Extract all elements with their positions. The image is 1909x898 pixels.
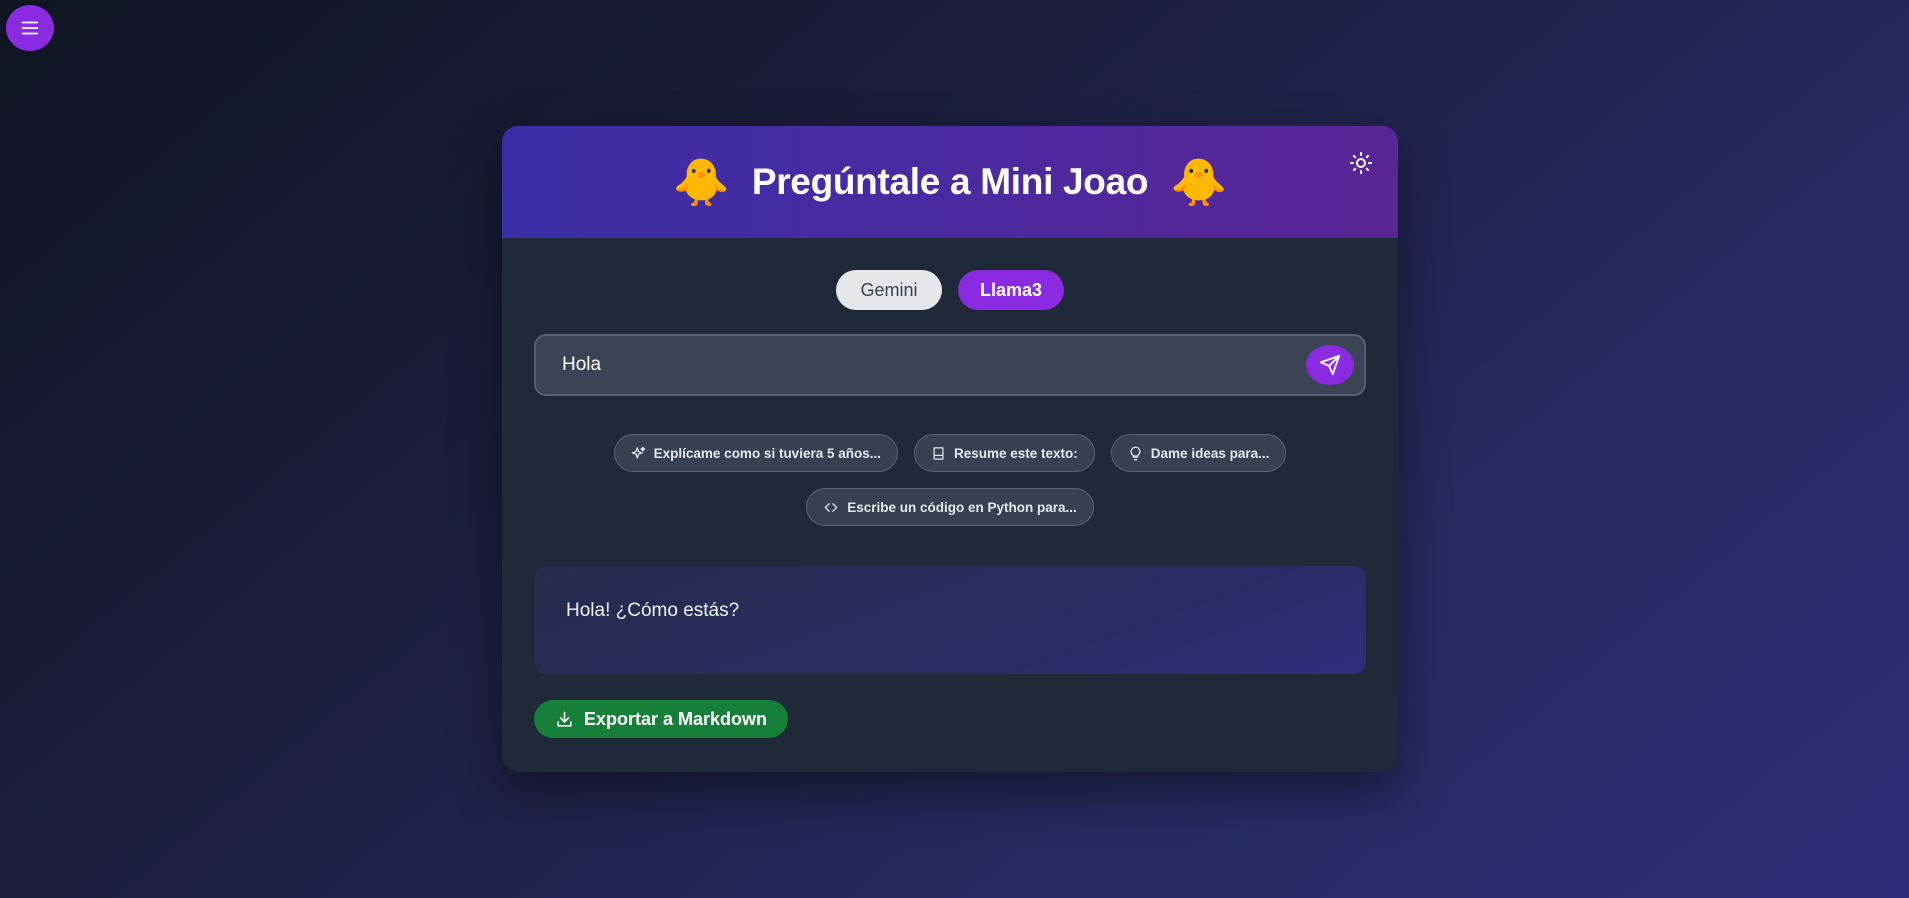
title-wrap: 🐥 Pregúntale a Mini Joao 🐥 [673, 159, 1228, 205]
send-button[interactable] [1306, 345, 1354, 385]
response-text: Hola! ¿Cómo estás? [566, 600, 740, 621]
prompt-input-box [534, 334, 1366, 396]
theme-toggle-button[interactable] [1348, 150, 1374, 176]
model-button-gemini[interactable]: Gemini [836, 270, 942, 310]
suggestion-label: Escribe un código en Python para... [847, 499, 1077, 515]
chick-emoji-right: 🐥 [1170, 156, 1228, 208]
lightbulb-icon [1130, 446, 1141, 460]
suggestion-chip-summarize[interactable]: Resume este texto: [914, 434, 1095, 472]
suggestion-chip-code[interactable]: Escribe un código en Python para... [806, 488, 1094, 526]
code-icon [824, 502, 838, 512]
suggestion-chip-ideas[interactable]: Dame ideas para... [1110, 434, 1287, 472]
card-header: 🐥 Pregúntale a Mini Joao 🐥 [502, 126, 1398, 238]
suggestion-label: Dame ideas para... [1150, 445, 1270, 461]
chat-card: 🐥 Pregúntale a Mini Joao 🐥 Gemini Llama3 [502, 126, 1398, 772]
suggestion-chip-explain[interactable]: Explícame como si tuviera 5 años... [613, 434, 898, 472]
chick-emoji-left: 🐥 [672, 156, 730, 208]
page-title: Pregúntale a Mini Joao [751, 161, 1149, 202]
menu-icon [21, 21, 39, 35]
menu-button[interactable] [6, 5, 54, 51]
export-label: Exportar a Markdown [583, 708, 768, 729]
prompt-input[interactable] [560, 353, 1304, 377]
send-icon [1319, 354, 1341, 376]
suggestion-label: Resume este texto: [954, 445, 1078, 461]
suggestion-label: Explícame como si tuviera 5 años... [653, 445, 881, 461]
sparkles-icon [631, 446, 646, 458]
model-button-llama3[interactable]: Llama3 [958, 270, 1064, 310]
book-icon [933, 446, 944, 460]
model-selector: Gemini Llama3 [502, 270, 1398, 310]
export-markdown-button[interactable]: Exportar a Markdown [534, 700, 788, 738]
suggestion-chips: Explícame como si tuviera 5 años... Resu… [502, 434, 1398, 526]
response-panel: Hola! ¿Cómo estás? [534, 566, 1366, 674]
download-icon [557, 711, 572, 727]
sun-icon [1350, 152, 1372, 174]
